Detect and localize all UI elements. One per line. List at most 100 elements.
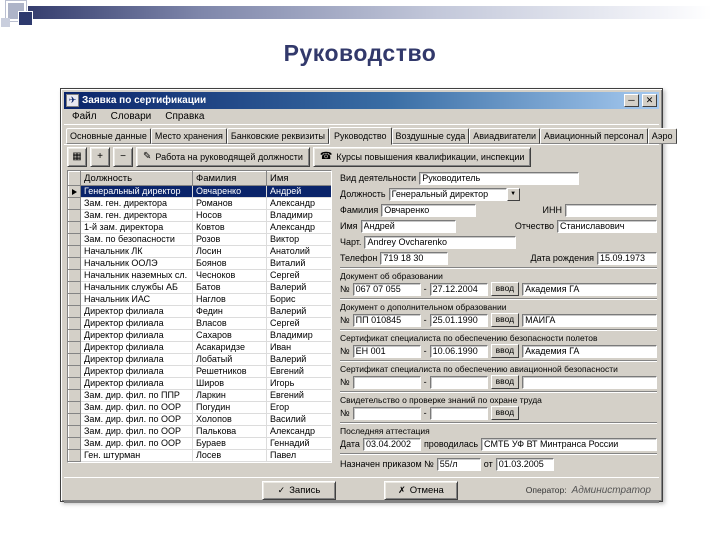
phone-input[interactable] [380,251,449,265]
tab[interactable]: Руководство [328,127,392,145]
cell-surname[interactable]: Ковтов [192,221,267,234]
table-row[interactable]: Начальник службы АБ Батов Валерий [68,281,331,294]
tab[interactable]: Аэро [647,128,677,144]
cell-name[interactable]: Павел [266,449,331,462]
cell-surname[interactable]: Ларкин [192,389,267,402]
cell-surname[interactable]: Боянов [192,257,267,270]
cell-surname[interactable]: Наглов [192,293,267,306]
name-input[interactable] [360,219,456,233]
table-row[interactable]: Начальник ИАС Наглов Борис [68,293,331,306]
doc-date-input[interactable] [429,406,488,420]
cell-surname[interactable]: Бураев [192,437,267,450]
doc-enter-button[interactable]: ввод [490,313,520,327]
cell-position[interactable]: Зам. ген. директора [80,197,193,210]
doc-number-input[interactable] [352,282,421,296]
table-row[interactable]: Зам. дир. фил. по ООР Бураев Геннадий [68,437,331,450]
order-date-input[interactable] [495,457,554,471]
attestation-date-input[interactable] [362,437,421,451]
table-row[interactable]: Директор филиала Власов Сергей [68,317,331,330]
doc-organization-input[interactable] [522,313,657,327]
management-work-button[interactable]: ✎ Работа на руководящей должности [136,146,310,167]
cell-position[interactable]: Ген. штурман [80,449,193,462]
table-row[interactable]: Начальник ЛК Лосин Анатолий [68,245,331,258]
menu-item[interactable]: Файл [65,110,104,123]
table-row[interactable]: Зам. дир. фил. по ООР Палькова Александр [68,425,331,438]
tab[interactable]: Воздушные суда [391,128,470,144]
patronymic-input[interactable] [557,219,657,233]
menu-item[interactable]: Словари [104,110,159,123]
cell-position[interactable]: Начальник ООЛЭ [80,257,193,270]
cell-surname[interactable]: Лосин [192,245,267,258]
cell-surname[interactable]: Палькова [192,425,267,438]
cell-surname[interactable]: Чесноков [192,269,267,282]
cell-surname[interactable]: Решетников [192,365,267,378]
cell-name[interactable]: Владимир [266,329,331,342]
cell-name[interactable]: Виталий [266,257,331,270]
doc-date-input[interactable] [429,375,488,389]
cell-name[interactable]: Игорь [266,377,331,390]
menu-item[interactable]: Справка [158,110,211,123]
qualification-courses-button[interactable]: ☎ Курсы повышения квалификации, инспекци… [312,146,532,167]
cell-position[interactable]: Директор филиала [80,317,193,330]
cell-position[interactable]: Начальник ИАС [80,293,193,306]
cell-position[interactable]: Директор филиала [80,329,193,342]
table-row[interactable]: Зам. дир. фил. по ППР Ларкин Евгений [68,389,331,402]
table-row[interactable]: Зам. ген. директора Романов Александр [68,197,331,210]
add-record-button[interactable]: + [90,146,110,167]
grid-icon-button[interactable]: ▦ [67,146,87,167]
cell-surname[interactable]: Розов [192,233,267,246]
minimize-button[interactable]: ─ [624,94,639,107]
cell-name[interactable]: Сергей [266,269,331,282]
doc-organization-input[interactable] [522,375,657,389]
cell-position[interactable]: Начальник наземных сл. [80,269,193,282]
column-header-surname[interactable]: Фамилия [192,171,267,186]
cell-position[interactable]: Зам. дир. фил. по ООР [80,437,193,450]
cell-name[interactable]: Валерий [266,353,331,366]
table-row[interactable]: Зам. дир. фил. по ООР Холопов Василий [68,413,331,426]
cell-position[interactable]: 1-й зам. директора [80,221,193,234]
activity-input[interactable] [419,171,580,185]
cell-name[interactable]: Сергей [266,317,331,330]
table-row[interactable]: Зам. по безопасности Розов Виктор [68,233,331,246]
table-row[interactable]: Генеральный директор Овчаренко Андрей [68,185,331,198]
delete-record-button[interactable]: − [113,146,133,167]
cell-position[interactable]: Зам. дир. фил. по ООР [80,401,193,414]
doc-date-input[interactable] [429,344,488,358]
cell-name[interactable]: Евгений [266,365,331,378]
cell-position[interactable]: Директор филиала [80,377,193,390]
doc-number-input[interactable] [352,406,421,420]
save-button[interactable]: ✓ Запись [262,481,336,500]
doc-date-input[interactable] [429,313,488,327]
cell-position[interactable]: Директор филиала [80,365,193,378]
table-row[interactable]: Директор филиала Лобатый Валерий [68,353,331,366]
cell-name[interactable]: Егор [266,401,331,414]
close-button[interactable]: ✕ [642,94,657,107]
doc-number-input[interactable] [352,313,421,327]
cell-surname[interactable]: Власов [192,317,267,330]
cell-name[interactable]: Александр [266,425,331,438]
doc-organization-input[interactable] [522,282,657,296]
doc-enter-button[interactable]: ввод [490,375,520,389]
table-row[interactable]: Зам. дир. фил. по ООР Погудин Егор [68,401,331,414]
cell-surname[interactable]: Широв [192,377,267,390]
cell-name[interactable]: Анатолий [266,245,331,258]
inn-input[interactable] [565,203,657,217]
tab[interactable]: Авиационный персонал [540,128,648,144]
cell-position[interactable]: Начальник службы АБ [80,281,193,294]
table-row[interactable]: Зам. ген. директора Носов Владимир [68,209,331,222]
doc-enter-button[interactable]: ввод [490,282,520,296]
table-row[interactable]: 1-й зам. директора Ковтов Александр [68,221,331,234]
tab[interactable]: Место хранения [150,128,227,144]
doc-organization-input[interactable] [522,344,657,358]
cell-surname[interactable]: Асакаридзе [192,341,267,354]
chevron-down-icon[interactable]: ▼ [506,187,520,201]
cell-position[interactable]: Директор филиала [80,353,193,366]
doc-enter-button[interactable]: ввод [490,344,520,358]
attestation-by-input[interactable] [481,437,657,451]
table-row[interactable]: Начальник ООЛЭ Боянов Виталий [68,257,331,270]
table-row[interactable]: Начальник наземных сл. Чесноков Сергей [68,269,331,282]
cell-position[interactable]: Зам. дир. фил. по ООР [80,413,193,426]
position-input[interactable] [388,187,507,201]
column-header-name[interactable]: Имя [266,171,331,186]
cell-name[interactable]: Евгений [266,389,331,402]
